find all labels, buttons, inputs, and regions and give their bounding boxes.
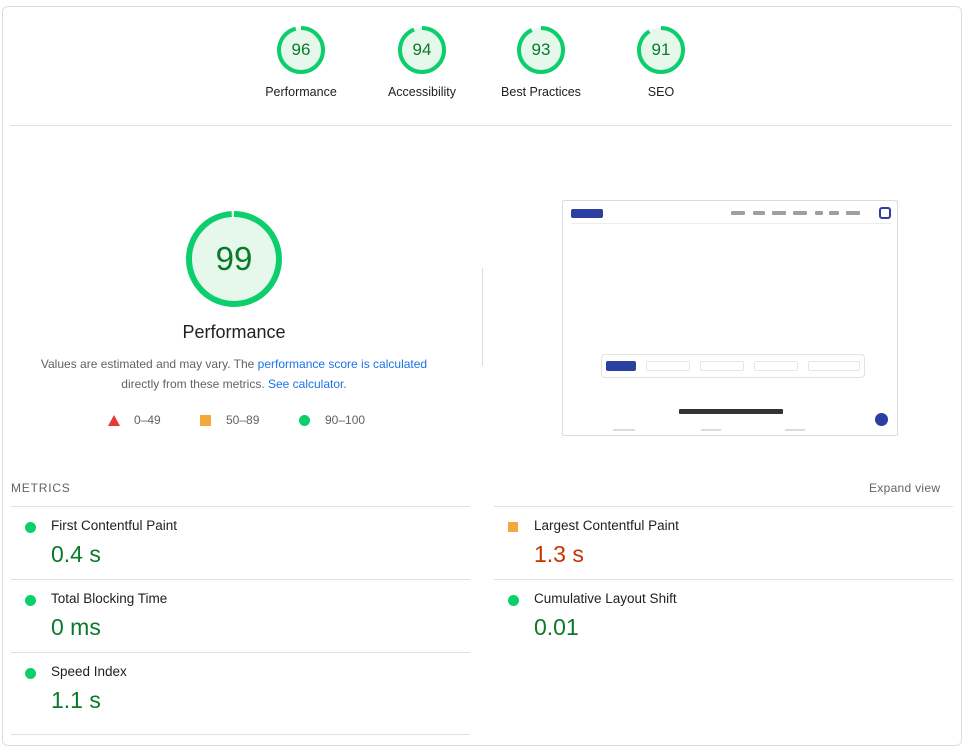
metrics-heading: METRICS [11, 481, 71, 495]
desc-text: Values are estimated and may vary. The [40, 357, 258, 371]
gauge-score: 94 [412, 40, 432, 59]
metric-speed-index: Speed Index 1.1 s [11, 652, 470, 725]
metric-name: Speed Index [51, 664, 127, 679]
gauge-score: 91 [651, 40, 671, 59]
thumb-nav-item [846, 211, 860, 215]
metric-name: First Contentful Paint [51, 518, 178, 533]
square-icon [200, 415, 211, 426]
thumb-divider [571, 223, 891, 224]
legend-range: 90–100 [325, 413, 366, 427]
category-gauges: 96 Performance 94 Accessibility 93 Best … [0, 24, 964, 114]
vertical-divider [482, 268, 483, 366]
circle-icon [299, 415, 310, 426]
gauge-score: 93 [531, 40, 551, 59]
metric-value: 0.4 s [51, 541, 101, 567]
gauge-performance[interactable]: 96 Performance [251, 24, 351, 99]
thumb-nav-item [829, 211, 839, 215]
thumb-nav-item [753, 211, 765, 215]
gauge-seo[interactable]: 91 SEO [611, 24, 711, 99]
metric-cumulative-layout-shift: Cumulative Layout Shift 0.01 [494, 579, 953, 652]
metric-value: 0 ms [51, 614, 101, 640]
average-square-icon [508, 522, 518, 532]
performance-gauge: 99 [184, 209, 284, 309]
performance-description: Values are estimated and may vary. The p… [30, 354, 438, 394]
metric-first-contentful-paint: First Contentful Paint 0.4 s [11, 506, 470, 579]
pass-circle-icon [25, 595, 36, 606]
final-screenshot[interactable] [562, 200, 898, 436]
gauge-label: Best Practices [501, 85, 581, 99]
thumb-field [754, 361, 798, 371]
performance-title: Performance [182, 322, 286, 342]
desc-text: . [343, 377, 347, 391]
pass-circle-icon [25, 522, 36, 533]
thumb-footer-mark [701, 429, 721, 431]
thumb-footer-mark [785, 429, 805, 431]
metric-name: Largest Contentful Paint [534, 518, 679, 533]
metric-value: 0.01 [534, 614, 579, 640]
metric-name: Total Blocking Time [51, 591, 168, 606]
gauge-best-practices[interactable]: 93 Best Practices [491, 24, 591, 99]
thumb-footer-mark [613, 429, 635, 431]
thumb-heading [679, 409, 783, 414]
divider [10, 125, 952, 126]
legend-range: 50–89 [226, 413, 260, 427]
metric-name: Cumulative Layout Shift [534, 591, 677, 606]
metric-value: 1.1 s [51, 687, 101, 713]
gauge-score: 96 [291, 40, 311, 59]
legend-range: 0–49 [134, 413, 161, 427]
thumb-nav-item [772, 211, 786, 215]
thumb-search-bar [601, 354, 865, 378]
thumb-search-button [606, 361, 636, 371]
pass-circle-icon [25, 668, 36, 679]
thumb-nav-item [815, 211, 823, 215]
pass-circle-icon [508, 595, 519, 606]
thumb-field [646, 361, 690, 371]
gauge-label: Performance [265, 85, 337, 99]
expand-view-toggle[interactable]: Expand view [869, 481, 940, 495]
thumb-nav-item [793, 211, 807, 215]
gauge-accessibility[interactable]: 94 Accessibility [372, 24, 472, 99]
gauge-label: SEO [647, 85, 675, 99]
thumb-field [808, 361, 860, 371]
thumb-button [571, 209, 603, 218]
metric-value: 1.3 s [534, 541, 584, 567]
thumb-field [700, 361, 744, 371]
performance-score: 99 [215, 240, 253, 277]
metric-largest-contentful-paint: Largest Contentful Paint 1.3 s [494, 506, 953, 579]
desc-text: directly from these metrics. [121, 377, 268, 391]
thumb-logo-icon [879, 207, 891, 219]
metric-total-blocking-time: Total Blocking Time 0 ms [11, 579, 470, 652]
score-calculated-link[interactable]: performance score is calculated [258, 357, 427, 371]
gauge-label: Accessibility [387, 85, 457, 99]
triangle-icon [108, 415, 120, 426]
thumb-nav-item [731, 211, 745, 215]
thumb-phone-icon [875, 413, 888, 426]
see-calculator-link[interactable]: See calculator [268, 377, 343, 391]
